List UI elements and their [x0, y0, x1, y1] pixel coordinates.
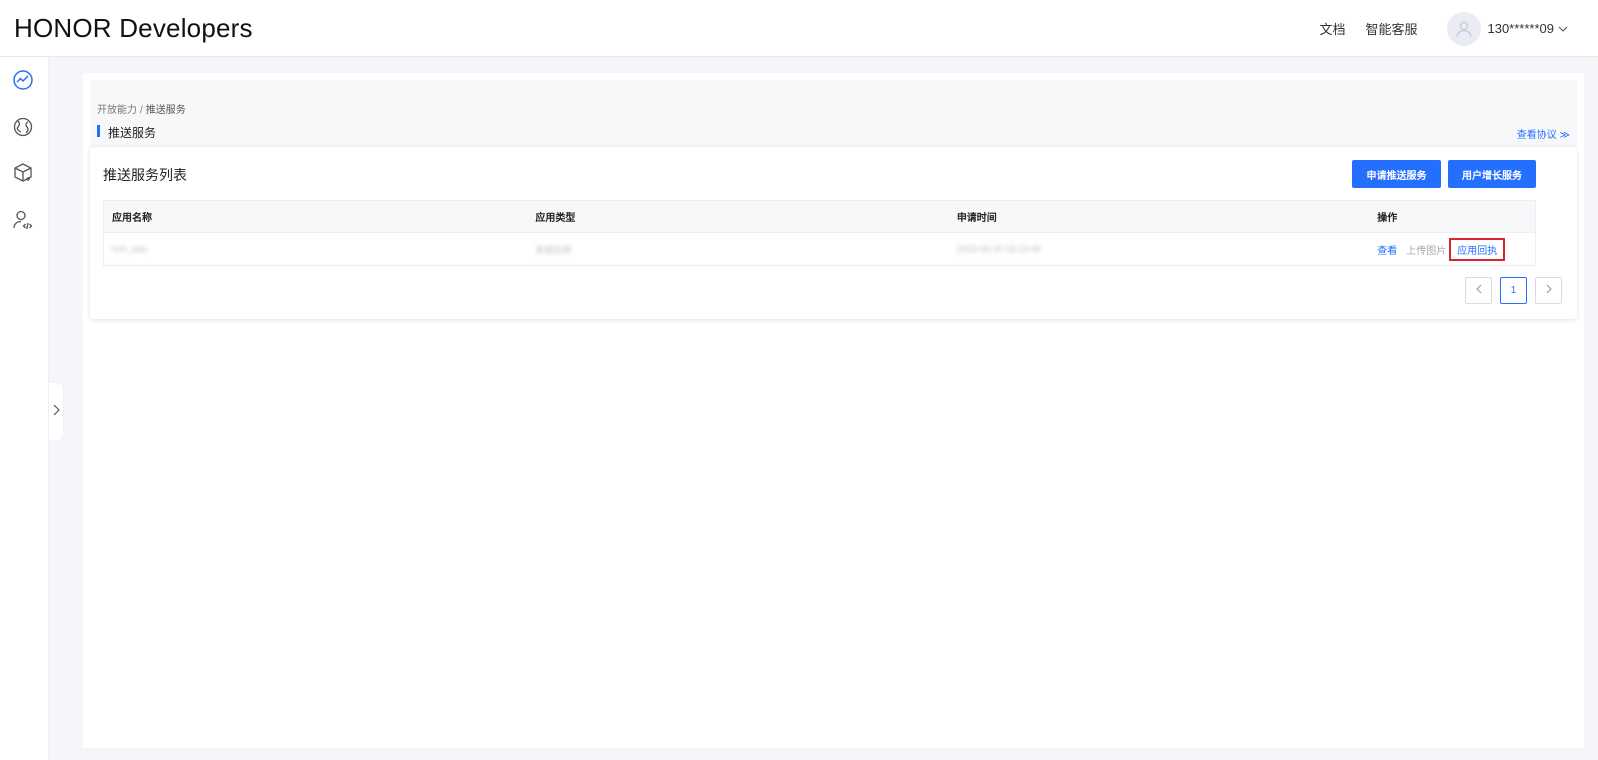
main-content: 开放能力 / 推送服务 推送服务 查看协议 ≫ 推送服务列表 申请推送服务 用户增长… — [83, 73, 1584, 748]
top-nav: 文档 智能客服 130******09 — [1319, 0, 1598, 57]
view-agreement-link[interactable]: 查看协议 ≫ — [1517, 126, 1570, 141]
cell-actions: 查看 上传图片 应用回执 — [1369, 237, 1535, 261]
upload-image-action[interactable]: 上传图片 — [1406, 242, 1446, 257]
avatar-icon[interactable] — [1447, 11, 1482, 46]
column-header-actions: 操作 — [1377, 213, 1398, 224]
breadcrumb: 开放能力 / 推送服务 — [97, 101, 186, 116]
left-rail — [0, 57, 49, 760]
chevron-right-icon — [1546, 284, 1552, 297]
breadcrumb-current: 推送服务 — [145, 105, 186, 116]
page-title: 推送服务 — [97, 124, 156, 141]
column-header-applied-at: 申请时间 — [956, 213, 997, 224]
view-action-link[interactable]: 查看 — [1377, 242, 1397, 257]
page-header-strip: 开放能力 / 推送服务 推送服务 查看协议 ≫ — [90, 80, 1577, 148]
developer-user-icon[interactable] — [11, 208, 35, 232]
cell-app-type: 系统应用 — [527, 243, 948, 256]
breadcrumb-parent[interactable]: 开放能力 — [97, 105, 137, 116]
prev-page-button[interactable] — [1465, 277, 1492, 304]
page-number-button[interactable]: 1 — [1500, 277, 1527, 304]
nav-docs-link[interactable]: 文档 — [1319, 19, 1345, 38]
honor-developers-logo[interactable]: HONOR Developers — [14, 13, 253, 44]
chevron-left-icon — [1475, 284, 1482, 297]
breadcrumb-separator: / — [140, 105, 143, 116]
nav-support-link[interactable]: 智能客服 — [1365, 19, 1417, 38]
username[interactable]: 130******09 — [1487, 21, 1554, 36]
sidebar-expand-toggle[interactable] — [49, 383, 63, 440]
pagination: 1 — [1457, 277, 1562, 304]
globe-icon[interactable] — [11, 115, 35, 139]
table-row: hnh_dao 系统应用 2023-06-20 16:23:48 查看 上传图片… — [104, 233, 1535, 265]
cell-app-name: hnh_dao — [104, 244, 527, 255]
push-service-table: 应用名称 应用类型 申请时间 操作 hnh_dao 系统应用 2023-06-2… — [103, 200, 1536, 266]
card-title: 推送服务列表 — [103, 167, 187, 183]
package-icon[interactable] — [11, 161, 35, 185]
apply-push-service-button[interactable]: 申请推送服务 — [1352, 160, 1441, 188]
table-header: 应用名称 应用类型 申请时间 操作 — [104, 201, 1535, 233]
push-service-list-card: 推送服务列表 申请推送服务 用户增长服务 应用名称 应用类型 申请时间 操作 h… — [90, 147, 1577, 319]
next-page-button[interactable] — [1535, 277, 1562, 304]
column-header-app-type: 应用类型 — [535, 213, 576, 224]
app-receipt-action-link[interactable]: 应用回执 — [1449, 237, 1506, 261]
app-type-value: 系统应用 — [535, 244, 572, 255]
app-name-value: hnh_dao — [112, 243, 148, 254]
applied-at-value: 2023-06-20 16:23:48 — [956, 243, 1041, 254]
cell-applied-at: 2023-06-20 16:23:48 — [949, 244, 1369, 255]
top-header: HONOR Developers 文档 智能客服 130******09 — [0, 0, 1598, 57]
dashboard-icon[interactable] — [11, 68, 35, 92]
chevron-down-icon[interactable] — [1558, 26, 1568, 32]
column-header-app-name: 应用名称 — [112, 213, 152, 224]
user-growth-service-button[interactable]: 用户增长服务 — [1448, 160, 1536, 188]
chevron-right-icon — [53, 403, 60, 421]
